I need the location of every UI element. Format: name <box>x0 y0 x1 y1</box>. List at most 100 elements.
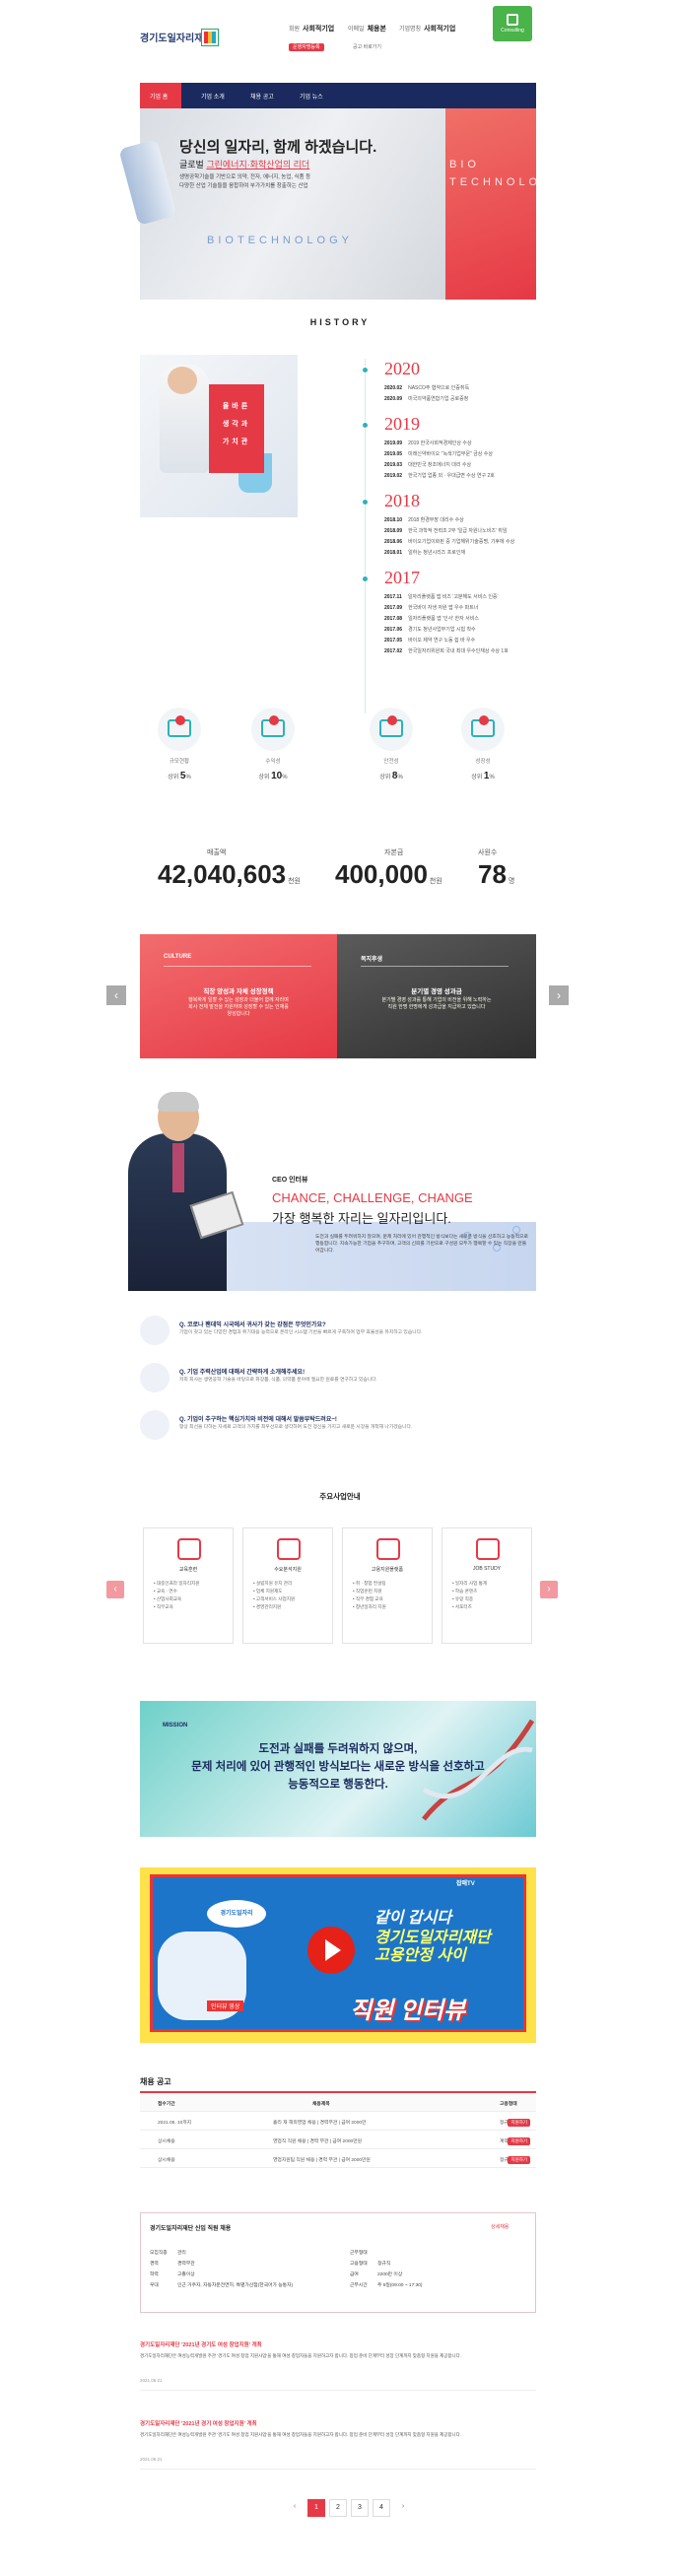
header-nav-3[interactable]: 기업명칭 사회적기업 <box>399 24 455 34</box>
detail-key: 급여 <box>350 2272 359 2277</box>
nav-news[interactable]: 기업 뉴스 <box>300 92 323 101</box>
nav-home[interactable]: 기업 홈 <box>140 83 181 108</box>
pagination-page[interactable]: 2 <box>329 2499 347 2517</box>
consulting-button[interactable]: Consulting <box>493 6 532 41</box>
timeline-dot <box>362 422 369 429</box>
timeline-event: 2019.05 미래신약바이오 "녹색기업부문" 금상 수상 <box>384 451 493 457</box>
culture-left-title: 직장 양성과 자체 성장정책 <box>203 988 274 995</box>
stat-label: 안전성 <box>383 759 399 765</box>
business-card-list: • 대중인프라 일자리지원 • 교육 · 연수 • 산업사회교육 • 직무교육 <box>154 1581 200 1609</box>
business-card-title: 수요분석지원 <box>274 1567 302 1573</box>
recruit-title: 채용 공고 <box>140 2077 171 2086</box>
post-title[interactable]: 경기도일자리재단 '2021년 경기 여성 창업지원' 개최 <box>140 2419 257 2427</box>
divider <box>140 2390 536 2391</box>
row-title[interactable]: 영업직 직원 채용 | 경력 무관 | 급여 2000만원 <box>273 2137 362 2144</box>
culture-left-desc: 행복하게 일할 수 있는 성장과 더불어 함께 자라며 회사 전체 발전을 지원… <box>188 997 289 1017</box>
question-answer: 저희 회사는 생명공학 기술을 바탕으로 화장품, 식품, 의약품 분야에 필요… <box>179 1378 377 1383</box>
job-detail-link[interactable]: 상세채용 <box>491 2223 509 2230</box>
apply-button[interactable]: 지원하기 <box>508 2119 530 2127</box>
stat-label: 수익성 <box>265 759 281 765</box>
timeline-dot <box>362 499 369 506</box>
pagination-page[interactable]: 4 <box>373 2499 390 2517</box>
row-title[interactable]: 횰리 재 해외영업 채용 | 경력무관 | 급여 2000만 <box>273 2119 366 2126</box>
pagination-page[interactable]: 1 <box>307 2499 325 2517</box>
welfare-tag: 복지후생 <box>361 957 383 963</box>
detail-value: 2200만 이상 <box>377 2272 403 2277</box>
nav-about[interactable]: 기업 소개 <box>201 92 225 101</box>
pagination-prev[interactable]: ‹ <box>286 2499 304 2517</box>
pagination-page[interactable]: 3 <box>351 2499 369 2517</box>
detail-value: 관리 <box>177 2251 186 2256</box>
post-desc: 경기도일자리재단은 여성능력개발원 주관 '경기도 여성 창업 지원사업'을 통… <box>140 2432 462 2437</box>
timeline-event: 2017.09 한국바이 자생 자원 앱 우수 파트너 <box>384 605 479 611</box>
business-card-list: • 설립지원 유지 관리 • 업체 지원제도 • 고객서비스 사업지원 • 경영… <box>253 1581 296 1609</box>
timeline-event: 2020.09 미국의약품연합기업 공로증정 <box>384 396 469 402</box>
timeline-dot <box>362 576 369 582</box>
apply-button[interactable]: 지원하기 <box>508 2156 530 2164</box>
timeline-event: 2017.08 일자리플랫폼 앱 '인사' 한자 서비스 <box>384 616 479 622</box>
business-card[interactable]: 수요분석지원 • 설립지원 유지 관리 • 업체 지원제도 • 고객서비스 사업지… <box>242 1527 333 1644</box>
molecule-icon <box>512 1226 520 1234</box>
timeline-event: 2019.02 한국기업 업종 외 · 우대급변 수상 연구 2호 <box>384 473 495 479</box>
stat-icon <box>370 708 413 751</box>
post-title[interactable]: 경기도일자리재단 '2021년 경기도 여성 창업지원' 개최 <box>140 2340 262 2348</box>
post-desc: 경기도일자리재단은 여성능력개발원 주관 '경기도 여성 창업 지원사업'을 통… <box>140 2353 462 2358</box>
nav-jobs[interactable]: 채용 공고 <box>250 92 274 101</box>
post-date: 2021.05.21 <box>140 2457 163 2462</box>
pagination-next[interactable]: › <box>394 2499 412 2517</box>
divider <box>140 2469 536 2470</box>
culture-right-title: 분기별 경영 성과금 <box>411 988 462 995</box>
table-row: 상시채용 영업지원팀 직원 채용 | 경력 무관 | 급여 2000만원 정규직 지원… <box>140 2149 536 2168</box>
register-link[interactable]: 운영자명등록 <box>289 43 324 51</box>
job-detail-title: 경기도일자리재단 신입 직원 채용 <box>150 2226 232 2232</box>
video-channel-tag: 잡매TV <box>456 1881 475 1887</box>
apply-button[interactable]: 지원하기 <box>508 2137 530 2145</box>
culture-prev-button[interactable]: ‹ <box>106 985 126 1005</box>
hero-bg-text: BIOTECHNOLOGY <box>207 235 353 246</box>
header-nav-2[interactable]: 이메일 체용본 <box>348 24 386 34</box>
business-icon <box>376 1538 400 1560</box>
header-nav-1[interactable]: 회원 사회적기업 <box>289 24 334 34</box>
business-card-list: • 취 · 창업 컨설팅 • 직업훈련 지원 • 직무 경험 교육 • 청년일자… <box>353 1581 386 1609</box>
row-title[interactable]: 영업지원팀 직원 채용 | 경력 무관 | 급여 2000만원 <box>273 2156 371 2163</box>
video-badge: 경기도일자리 <box>207 1900 266 1928</box>
business-card-title: 교육훈련 <box>178 1567 198 1573</box>
year-label: 2020 <box>384 359 420 378</box>
business-card[interactable]: JOB STUDY • 일자리 사업 통계 • 학습 콘텐츠 • 유망 직종 • … <box>442 1527 532 1644</box>
stat-value: 상위 8% <box>379 771 403 781</box>
video-text-3: 고용안정 사이 <box>374 1947 466 1964</box>
video-title: 직원 인터뷰 <box>350 1998 466 2024</box>
business-icon <box>177 1538 201 1560</box>
question-title: Q. 기업 주력산업에 대해서 간략하게 소개해주세요! <box>179 1370 306 1376</box>
hero-subtitle: 글로벌 그린에너지·화학산업의 리더 <box>179 160 310 169</box>
business-card[interactable]: 고용지원플랫폼 • 취 · 창업 컨설팅 • 직업훈련 지원 • 직무 경험 교육… <box>342 1527 433 1644</box>
question-icon <box>140 1316 170 1345</box>
dot-icon <box>269 715 279 725</box>
row-period: 2021.05. 10까지 <box>158 2121 192 2126</box>
detail-value: 인근 거주자, 자동차운전면허, 특별가산점(한국어가 능통자) <box>177 2283 294 2288</box>
detail-value: 정규직 <box>377 2262 391 2267</box>
year-label: 2019 <box>384 414 420 434</box>
hero-title: 당신의 일자리, 함께 하겠습니다. <box>179 139 377 156</box>
culture-right-desc: 분기별 경영 성과를 통해 기업의 비전을 위해 노력하는 직원 한명 한명에게… <box>381 997 492 1010</box>
ceo-label: CEO 인터뷰 <box>272 1177 308 1184</box>
detail-key: 경력 <box>150 2262 159 2267</box>
table-header: 접수기간 채용제목 고용형태 <box>140 2093 536 2112</box>
detail-key: 고용형태 <box>350 2262 368 2267</box>
business-next-button[interactable]: › <box>540 1581 558 1598</box>
year-label: 2017 <box>384 568 420 587</box>
mission-line-2: 문제 처리에 있어 관행적인 방식보다는 새로운 방식을 선호하고 <box>191 1761 485 1773</box>
culture-next-button[interactable]: › <box>549 985 569 1005</box>
business-icon <box>476 1538 500 1560</box>
business-prev-button[interactable]: ‹ <box>106 1581 124 1598</box>
business-card[interactable]: 교육훈련 • 대중인프라 일자리지원 • 교육 · 연수 • 산업사회교육 • 직… <box>143 1527 234 1644</box>
video-caption: 인터뷰 영상 <box>207 2000 244 2011</box>
year-label: 2018 <box>384 491 420 510</box>
play-icon[interactable] <box>307 1927 355 1974</box>
timeline-event: 2018.06 바이오기업이화된 중 기업해위기술증명, 기후에 수상 <box>384 539 515 545</box>
business-card-title: JOB STUDY <box>472 1566 502 1572</box>
hero-side-panel <box>445 108 536 300</box>
timeline-event: 2017.06 경기도 청년사업부기업 시험 착수 <box>384 627 476 633</box>
job-link[interactable]: 공고 바로가기 <box>353 43 381 50</box>
timeline-event: 2019.03 대한민국 창조에너지 대리 수상 <box>384 462 472 468</box>
